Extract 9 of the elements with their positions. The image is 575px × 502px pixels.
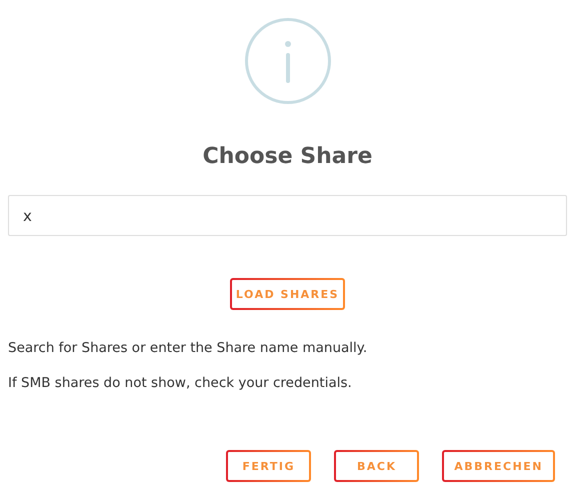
dialog-button[interactable]: FERTIG <box>226 450 312 482</box>
dialog-title: Choose Share <box>202 143 374 171</box>
share-input-field[interactable]: x <box>8 195 567 236</box>
help-text: Search for Shares or enter the Share name manually. <box>8 339 368 357</box>
help-text: If SMB shares do not show, check your credentials. <box>8 374 353 392</box>
load-shares-button[interactable]: LOAD SHARES <box>230 278 345 310</box>
dialog-button[interactable]: BACK <box>334 450 420 482</box>
dialog-button[interactable]: ABBRECHEN <box>442 450 555 482</box>
info-icon <box>244 17 332 105</box>
